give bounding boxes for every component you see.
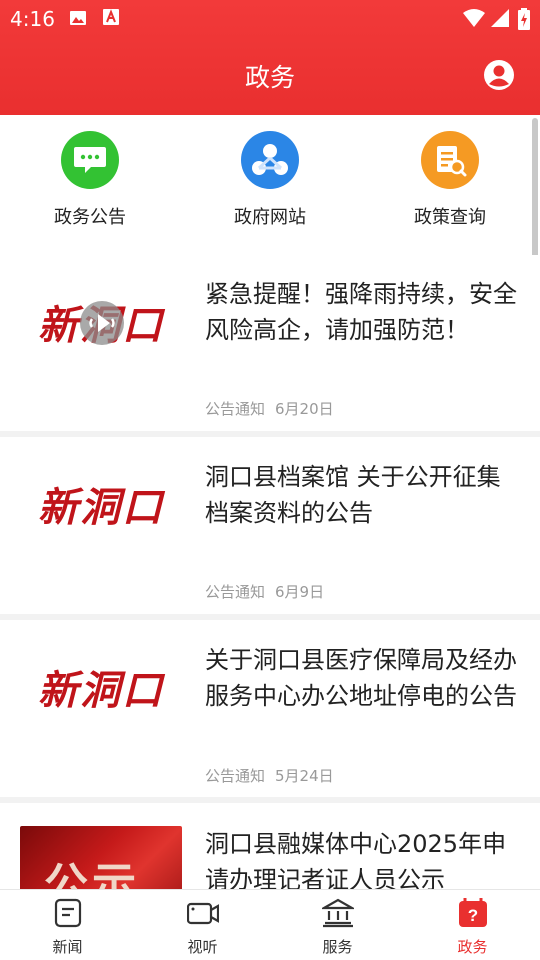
page-title: 政务	[244, 63, 295, 92]
app-notification-icon	[103, 9, 119, 25]
bottom-nav: 新闻 视听 服务 ? 政务	[0, 889, 540, 960]
quick-link-label: 政府网站	[234, 207, 306, 228]
news-item[interactable]: 新洞口 关于洞口县医疗保障局及经办服务中心办公地址停电的公告 公告通知 5月24日	[0, 620, 540, 797]
news-date: 6月9日	[275, 583, 325, 601]
user-profile-icon[interactable]	[483, 59, 515, 91]
nav-news[interactable]: 新闻	[0, 898, 135, 957]
news-meta: 公告通知 6月9日	[205, 581, 324, 602]
nav-label: 政务	[457, 938, 488, 956]
nav-services[interactable]: 服务	[270, 898, 405, 957]
question-icon: ?	[458, 898, 487, 927]
news-category: 公告通知	[205, 400, 266, 418]
news-title: 洞口县融媒体中心2025年申请办理记者证人员公示	[205, 830, 507, 889]
video-icon	[186, 902, 219, 925]
news-thumbnail: 新洞口	[20, 449, 182, 559]
news-item[interactable]: 新洞口 紧急提醒！强降雨持续，安全风险高企，请加强防范！ 公告通知 6月20日	[0, 255, 540, 431]
quick-link-label: 政务公告	[54, 207, 126, 228]
quick-links: 政务公告 政府网站 政策查询	[0, 115, 540, 255]
nav-video[interactable]: 视听	[135, 898, 270, 957]
news-date: 6月20日	[275, 400, 334, 418]
play-icon[interactable]	[80, 301, 124, 345]
battery-icon	[518, 8, 530, 30]
quick-link-announcements[interactable]: 政务公告	[20, 131, 160, 229]
document-search-icon	[421, 131, 479, 189]
nav-government[interactable]: ? 政务	[405, 898, 540, 957]
news-title: 关于洞口县医疗保障局及经办服务中心办公地址停电的公告	[205, 646, 517, 710]
thumbnail-logo: 新洞口	[38, 667, 164, 714]
news-thumbnail: 新洞口	[20, 632, 182, 742]
news-date: 5月24日	[275, 767, 334, 785]
wifi-icon	[463, 9, 485, 27]
chat-bubble-icon	[61, 131, 119, 189]
network-nodes-icon	[241, 131, 299, 189]
thumbnail-text: 公示	[44, 859, 140, 889]
quick-link-label: 政策查询	[414, 207, 486, 228]
status-time: 4:16	[10, 7, 55, 31]
quick-link-policy-search[interactable]: 政策查询	[380, 131, 520, 229]
bank-icon	[319, 898, 356, 928]
news-title: 洞口县档案馆 关于公开征集档案资料的公告	[205, 463, 501, 527]
image-notification-icon	[70, 11, 86, 25]
news-item[interactable]: 新洞口 洞口县档案馆 关于公开征集档案资料的公告 公告通知 6月9日	[0, 437, 540, 614]
news-item[interactable]: 公示 洞口县融媒体中心2025年申请办理记者证人员公示	[0, 803, 540, 889]
news-title: 紧急提醒！强降雨持续，安全风险高企，请加强防范！	[205, 280, 517, 344]
news-category: 公告通知	[205, 767, 266, 785]
quick-link-gov-site[interactable]: 政府网站	[200, 131, 340, 229]
nav-label: 新闻	[52, 938, 83, 956]
status-bar: 4:16	[0, 0, 540, 36]
news-category: 公告通知	[205, 583, 266, 601]
nav-label: 视听	[187, 938, 218, 956]
news-icon	[54, 898, 81, 928]
signal-icon	[491, 9, 509, 27]
news-thumbnail: 新洞口	[20, 267, 182, 377]
news-thumbnail: 公示	[20, 826, 182, 889]
svg-text:?: ?	[467, 906, 477, 925]
news-meta: 公告通知 6月20日	[205, 398, 334, 419]
app-header: 4:16 政务	[0, 0, 540, 115]
nav-label: 服务	[322, 938, 353, 956]
thumbnail-logo: 新洞口	[38, 484, 164, 531]
news-meta: 公告通知 5月24日	[205, 765, 334, 786]
